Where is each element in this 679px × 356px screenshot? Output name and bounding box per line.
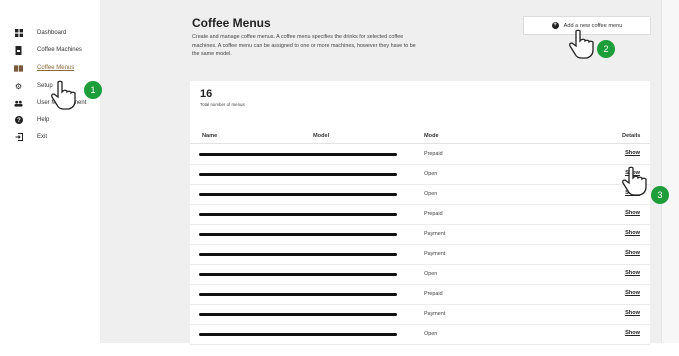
pointer-hand-icon	[569, 29, 594, 59]
redacted-name-model	[199, 313, 397, 316]
show-details-link[interactable]: Show	[625, 310, 640, 316]
row-mode: Payment	[424, 231, 446, 237]
users-icon	[14, 99, 23, 108]
column-header-name[interactable]: Name	[202, 133, 217, 139]
coffee-machine-icon	[14, 45, 23, 55]
row-mode: Open	[424, 171, 438, 177]
menu-count-label: Total number of menus	[200, 102, 245, 107]
column-header-mode[interactable]: Mode	[424, 133, 439, 139]
table-row: Prepaid Show	[190, 145, 650, 165]
menu-count: 16	[200, 88, 213, 100]
pointer-hand-icon	[622, 166, 647, 196]
scrollbar[interactable]	[661, 0, 679, 343]
step-badge-1: 1	[84, 81, 102, 99]
sidebar-item-label: Dashboard	[37, 30, 67, 36]
table-row: Prepaid Show	[190, 205, 650, 225]
redacted-name-model	[199, 193, 397, 196]
menu-book-icon	[14, 64, 23, 73]
table-row: Prepaid Show	[190, 285, 650, 305]
redacted-name-model	[199, 153, 397, 156]
redacted-name-model	[199, 273, 397, 276]
table-row: Payment Show	[190, 245, 650, 265]
sidebar: Dashboard Coffee Machines Coffee Menus ⚙…	[0, 0, 100, 343]
show-details-link[interactable]: Show	[625, 250, 640, 256]
show-details-link[interactable]: Show	[625, 230, 640, 236]
svg-text:?: ?	[17, 118, 21, 124]
row-mode: Open	[424, 191, 438, 197]
table-row: OpenShow	[190, 165, 650, 185]
row-mode: Payment	[424, 251, 446, 257]
gear-icon: ⚙	[14, 81, 23, 91]
row-mode: Prepaid	[424, 291, 443, 297]
redacted-name-model	[199, 293, 397, 296]
show-details-link[interactable]: Show	[625, 150, 640, 156]
show-details-link[interactable]: Show	[625, 270, 640, 276]
pointer-hand-icon	[51, 80, 76, 110]
sidebar-item-label: Coffee Menus	[37, 65, 75, 71]
redacted-name-model	[199, 253, 397, 256]
sidebar-item-label: Help	[37, 117, 50, 123]
redacted-name-model	[199, 233, 397, 236]
step-badge-2: 2	[597, 40, 615, 58]
row-divider	[190, 344, 650, 345]
table-row: Open Show	[190, 265, 650, 285]
show-details-link[interactable]: Show	[625, 330, 640, 336]
row-mode: Prepaid	[424, 211, 443, 217]
dashboard-icon	[14, 29, 23, 38]
table-row: OpenShow	[190, 185, 650, 205]
row-mode: Open	[424, 331, 438, 337]
sidebar-item-label: Coffee Machines	[37, 47, 82, 53]
column-header-details: Details	[622, 133, 641, 139]
sidebar-item-dashboard[interactable]: Dashboard	[14, 26, 66, 40]
table-row: Payment Show	[190, 305, 650, 325]
column-header-model[interactable]: Model	[313, 133, 329, 139]
redacted-name-model	[199, 333, 397, 336]
plus-icon: +	[551, 22, 559, 29]
sidebar-item-coffee-machines[interactable]: Coffee Machines	[14, 43, 82, 57]
sidebar-item-exit[interactable]: Exit	[14, 130, 47, 144]
row-mode: Payment	[424, 311, 446, 317]
table-row: Open Show	[190, 325, 650, 345]
sidebar-item-help[interactable]: ? Help	[14, 113, 49, 127]
redacted-name-model	[199, 213, 397, 216]
exit-icon	[14, 133, 23, 142]
header-divider	[190, 143, 650, 144]
row-mode: Prepaid	[424, 151, 443, 157]
help-icon: ?	[14, 116, 23, 125]
page-title: Coffee Menus	[192, 16, 271, 30]
page-description: Create and manage coffee menus. A coffee…	[192, 34, 416, 57]
sidebar-item-setup[interactable]: ⚙ Setup	[14, 79, 53, 93]
redacted-name-model	[199, 173, 397, 176]
show-details-link[interactable]: Show	[625, 290, 640, 296]
row-mode: Open	[424, 271, 438, 277]
sidebar-item-coffee-menus[interactable]: Coffee Menus	[14, 61, 74, 75]
sidebar-item-label: Exit	[37, 134, 48, 140]
add-coffee-menu-label: Add a new coffee menu	[563, 22, 623, 29]
show-details-link[interactable]: Show	[625, 210, 640, 216]
step-badge-3: 3	[651, 186, 669, 204]
table-row: Payment Show	[190, 225, 650, 245]
